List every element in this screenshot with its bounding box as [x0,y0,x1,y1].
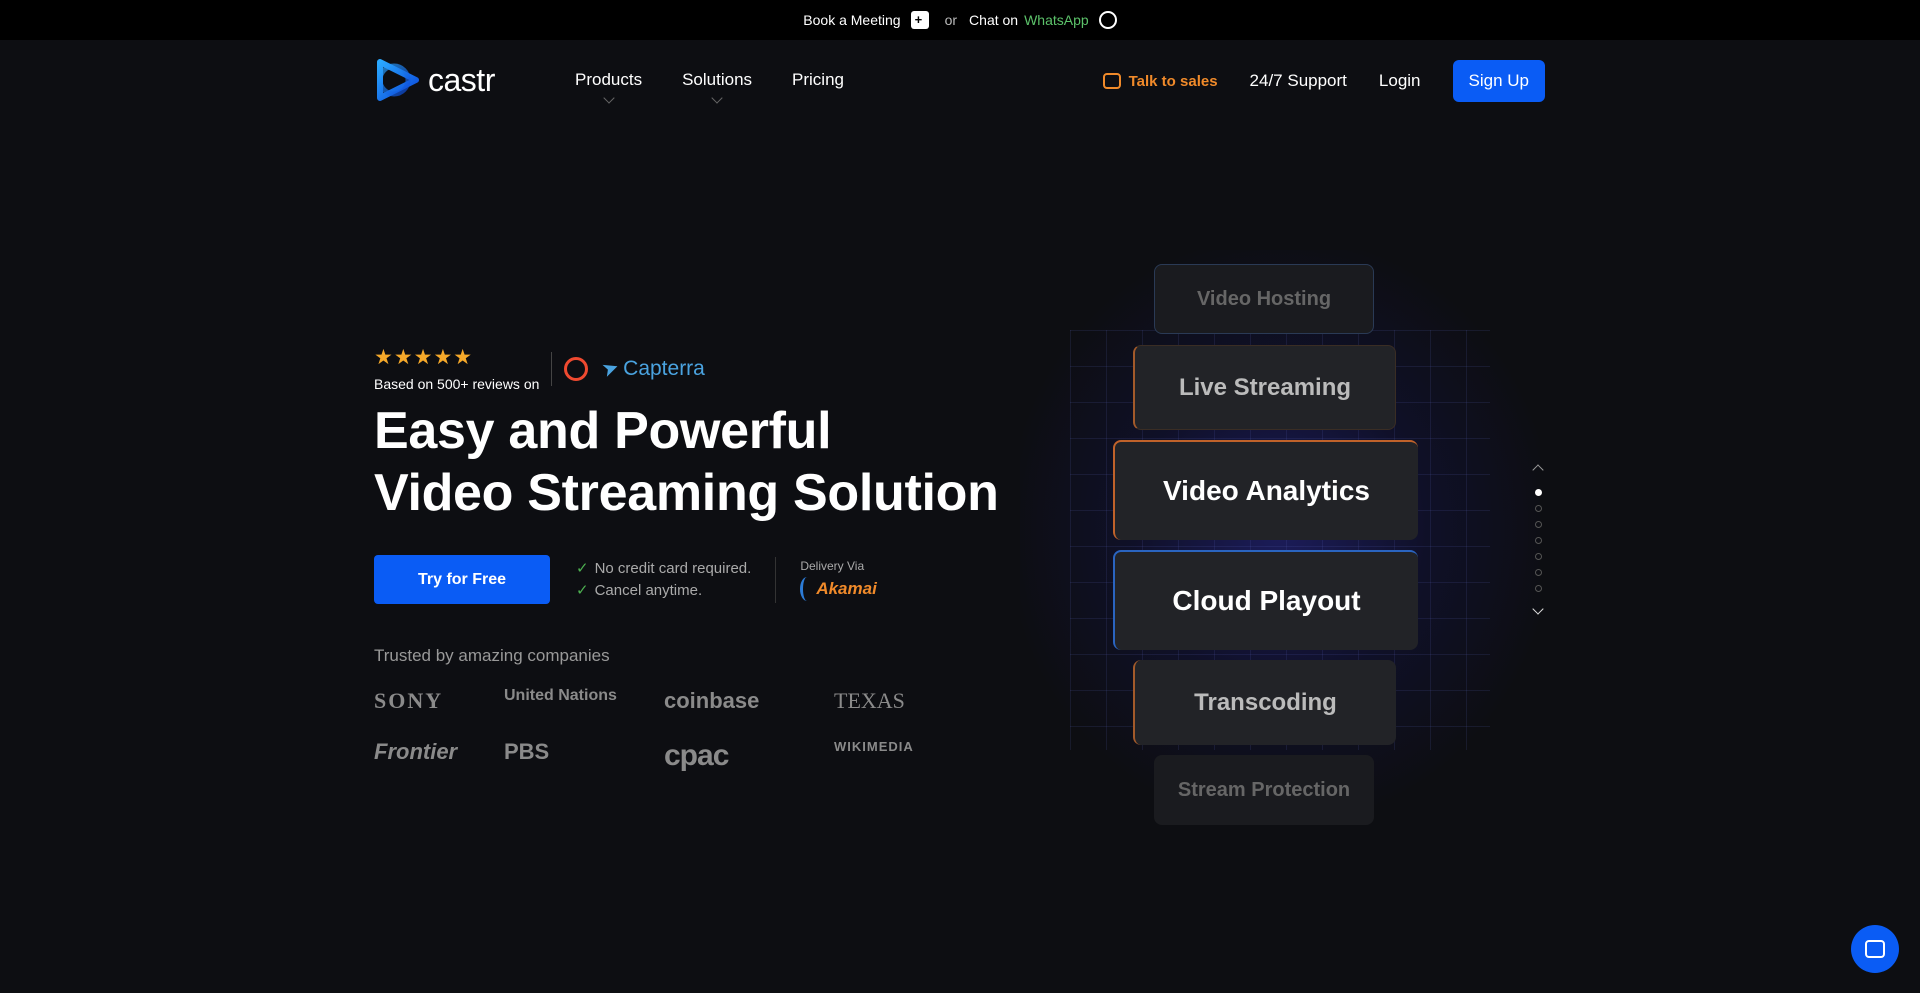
talk-to-sales-label: Talk to sales [1128,72,1218,90]
cpac-logo: cpac [664,739,729,772]
pager-dot[interactable] [1534,553,1542,560]
chevron-down-icon [711,92,723,104]
pager-dot[interactable] [1534,537,1542,544]
frontier-logo: Frontier [374,739,458,764]
akamai-swoosh-icon [800,576,814,601]
feature-video-hosting[interactable]: Video Hosting [1154,264,1374,334]
nav-actions: Talk to sales 24/7 Support Login Sign Up [1102,60,1545,102]
divider [775,556,777,603]
nav-solutions[interactable]: Solutions [682,70,753,104]
feature-stream-protection[interactable]: Stream Protection [1154,755,1374,825]
talk-to-sales-link[interactable]: Talk to sales [1102,72,1218,90]
reviews-block: ★★★★★ Based on 500+ reviews on ➤ Capterr… [374,345,705,392]
try-for-free-button[interactable]: Try for Free [374,555,550,604]
feature-transcoding[interactable]: Transcoding [1133,660,1396,745]
capterra-arrow-icon: ➤ [599,355,623,383]
akamai-delivery: Delivery Via Akamai [800,558,877,601]
akamai-logo: Akamai [800,576,877,601]
trusted-label: Trusted by amazing companies [374,646,610,665]
reviews-text: Based on 500+ reviews on [374,376,540,392]
main-nav: castr Products Solutions Pricing Talk to… [0,40,1920,120]
capterra-logo[interactable]: ➤ Capterra [599,355,705,383]
sign-up-button[interactable]: Sign Up [1452,60,1545,102]
feature-pager [1532,464,1544,615]
capterra-label: Capterra [623,356,705,380]
book-meeting-link[interactable]: Book a Meeting [803,12,900,28]
chevron-up-icon[interactable] [1532,464,1544,476]
chevron-down-icon[interactable] [1532,603,1544,615]
nav-links: Products Solutions Pricing [575,70,844,104]
rating-group: ★★★★★ Based on 500+ reviews on [374,345,539,392]
login-link[interactable]: Login [1379,71,1421,91]
whatsapp-link[interactable]: WhatsApp [1024,12,1089,28]
nav-pricing[interactable]: Pricing [792,70,844,90]
check-icon: ✓ [576,581,589,599]
check-icon: ✓ [576,559,589,577]
nav-pricing-label: Pricing [792,70,844,89]
castr-logo[interactable]: castr [374,58,495,102]
united-nations-logo: United Nations [504,687,617,704]
nav-products-label: Products [575,70,643,89]
chat-on-text: Chat on [969,12,1019,28]
feature-video-analytics[interactable]: Video Analytics [1113,440,1418,540]
pager-dot[interactable] [1534,569,1542,576]
brand-name: castr [428,61,495,98]
chat-icon [1865,940,1885,958]
divider [551,351,553,386]
cta-benefits: ✓ No credit card required. ✓ Cancel anytim… [576,558,751,602]
benefit-text: No credit card required. [594,559,752,577]
benefit-item: ✓ No credit card required. [576,558,751,580]
calendar-icon[interactable] [910,11,929,29]
pbs-logo: PBS [504,739,550,764]
star-rating-icon: ★★★★★ [374,346,474,369]
texas-logo: TEXAS [834,688,905,713]
whatsapp-icon[interactable] [1098,11,1117,29]
nav-products[interactable]: Products [575,70,643,104]
wikimedia-logo: WIKIMEDIA [834,739,914,754]
sony-logo: SONY [374,688,444,713]
akamai-label: Akamai [816,578,877,598]
benefit-text: Cancel anytime. [594,581,703,599]
nav-solutions-label: Solutions [682,70,753,89]
delivery-via-label: Delivery Via [800,558,865,573]
pager-dot[interactable] [1534,521,1542,528]
benefit-item: ✓ Cancel anytime. [576,580,751,602]
chevron-down-icon [602,92,615,104]
feature-live-streaming[interactable]: Live Streaming [1133,345,1396,430]
or-text: or [944,12,958,28]
headline-line-1: Easy and Powerful [374,402,832,460]
hero-headline: Easy and Powerful Video Streaming Soluti… [374,400,999,524]
headline-line-2: Video Streaming Solution [374,464,999,522]
pager-dot[interactable] [1534,489,1542,496]
coinbase-logo: coinbase [664,688,760,713]
chat-icon [1102,73,1121,89]
feature-cloud-playout[interactable]: Cloud Playout [1113,550,1418,650]
announcement-bar: Book a Meeting or Chat on WhatsApp [0,0,1920,40]
castr-logo-mark-icon [377,59,419,101]
g2-logo-icon[interactable] [564,356,589,381]
cta-row: Try for Free ✓ No credit card required. ✓… [374,555,877,604]
live-chat-button[interactable] [1851,925,1899,973]
support-link[interactable]: 24/7 Support [1250,71,1347,91]
pager-dot[interactable] [1534,585,1542,592]
pager-dot[interactable] [1534,505,1542,512]
company-logos: SONY United Nations coinbase TEXAS Front… [374,688,934,773]
